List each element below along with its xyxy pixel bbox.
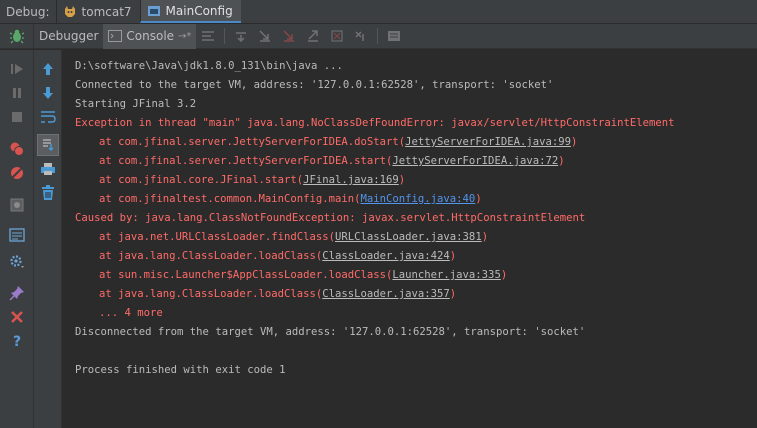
tab-console-label: Console — [126, 29, 175, 43]
pin-icon[interactable] — [8, 284, 26, 302]
step-over-icon[interactable] — [229, 24, 253, 49]
close-icon[interactable] — [8, 308, 26, 326]
source-link[interactable]: URLClassLoader.java:381 — [335, 231, 482, 243]
source-link[interactable]: Launcher.java:335 — [392, 269, 500, 281]
console-line-command: D:\software\Java\jdk1.8.0_131\bin\java .… — [75, 60, 343, 72]
mute-breakpoints-icon[interactable] — [8, 164, 26, 182]
stack-frame: at com.jfinal.core.JFinal.start(JFinal.j… — [99, 174, 406, 186]
scroll-up-icon[interactable] — [39, 60, 57, 78]
soft-wrap-icon[interactable] — [39, 108, 57, 126]
console-line-more: ... 4 more — [99, 307, 163, 319]
view-breakpoints-icon[interactable] — [8, 140, 26, 158]
source-link[interactable]: MainConfig.java:40 — [361, 193, 476, 205]
evaluate-expression-icon[interactable] — [382, 24, 406, 49]
console-output[interactable]: D:\software\Java\jdk1.8.0_131\bin\java .… — [63, 50, 757, 428]
stack-frame: at com.jfinal.server.JettyServerForIDEA.… — [99, 136, 578, 148]
stack-frame: at com.jfinaltest.common.MainConfig.main… — [99, 193, 482, 205]
resume-icon[interactable] — [8, 60, 26, 78]
restore-layout-icon[interactable] — [8, 226, 26, 244]
force-step-into-icon[interactable] — [277, 24, 301, 49]
debug-label: Debug: — [6, 5, 50, 19]
tab-tomcat7[interactable]: tomcat7 — [55, 0, 140, 23]
step-into-icon[interactable] — [253, 24, 277, 49]
show-execution-point-icon[interactable] — [196, 24, 220, 49]
source-link[interactable]: ClassLoader.java:424 — [322, 250, 450, 262]
console-line-connected: Connected to the target VM, address: '12… — [75, 79, 554, 91]
console-icon — [108, 30, 123, 42]
settings-icon[interactable] — [8, 252, 26, 270]
tab-console[interactable]: Console →* — [103, 23, 197, 49]
stack-frame: at java.lang.ClassLoader.loadClass(Class… — [99, 288, 457, 300]
bug-icon — [0, 23, 34, 49]
scroll-to-end-icon[interactable] — [37, 134, 59, 156]
app-config-icon — [147, 5, 160, 16]
console-line-caused-by: Caused by: java.lang.ClassNotFoundExcept… — [75, 212, 586, 224]
tab-tomcat7-label: tomcat7 — [81, 4, 132, 19]
tab-mainconfig-label: MainConfig — [165, 3, 233, 18]
stack-frame: at sun.misc.Launcher$AppClassLoader.load… — [99, 269, 508, 281]
pause-icon[interactable] — [8, 84, 26, 102]
debug-tab-bar: Debug: tomcat7 MainConfig — [0, 0, 757, 24]
svg-text:?: ? — [13, 334, 21, 349]
source-link[interactable]: ClassLoader.java:357 — [322, 288, 450, 300]
get-thread-dump-icon[interactable] — [8, 196, 26, 214]
source-link[interactable]: JettyServerForIDEA.java:72 — [392, 155, 558, 167]
toolbar-separator — [224, 28, 226, 44]
clear-all-icon[interactable] — [39, 184, 57, 202]
run-to-cursor-icon[interactable] — [349, 24, 373, 49]
console-line-exception: Exception in thread "main" java.lang.NoC… — [75, 117, 675, 129]
stack-frame: at java.lang.ClassLoader.loadClass(Class… — [99, 250, 457, 262]
console-line-exit: Process finished with exit code 1 — [75, 364, 286, 376]
console-actions — [34, 50, 62, 428]
tab-mainconfig[interactable]: MainConfig — [139, 0, 241, 23]
console-line-starting: Starting JFinal 3.2 — [75, 98, 197, 110]
debugger-controls: ? — [0, 50, 34, 428]
console-pin-indicator: →* — [178, 30, 192, 42]
source-link[interactable]: JFinal.java:169 — [303, 174, 399, 186]
print-icon[interactable] — [39, 160, 57, 178]
console-line-disconnected: Disconnected from the target VM, address… — [75, 326, 586, 338]
toolbar-separator — [377, 28, 379, 44]
drop-frame-icon[interactable] — [325, 24, 349, 49]
scroll-down-icon[interactable] — [39, 84, 57, 102]
tomcat-icon — [64, 5, 75, 17]
stop-icon[interactable] — [8, 108, 26, 126]
source-link[interactable]: JettyServerForIDEA.java:99 — [405, 136, 571, 148]
stack-frame: at java.net.URLClassLoader.findClass(URL… — [99, 231, 489, 243]
tab-debugger-label: Debugger — [39, 29, 99, 43]
console-scrollbar[interactable] — [749, 50, 757, 428]
step-out-icon[interactable] — [301, 24, 325, 49]
debug-toolbar: Debugger Console →* — [0, 23, 757, 49]
stack-frame: at com.jfinal.server.JettyServerForIDEA.… — [99, 155, 565, 167]
help-icon[interactable]: ? — [8, 332, 26, 350]
tab-debugger[interactable]: Debugger — [34, 24, 103, 49]
